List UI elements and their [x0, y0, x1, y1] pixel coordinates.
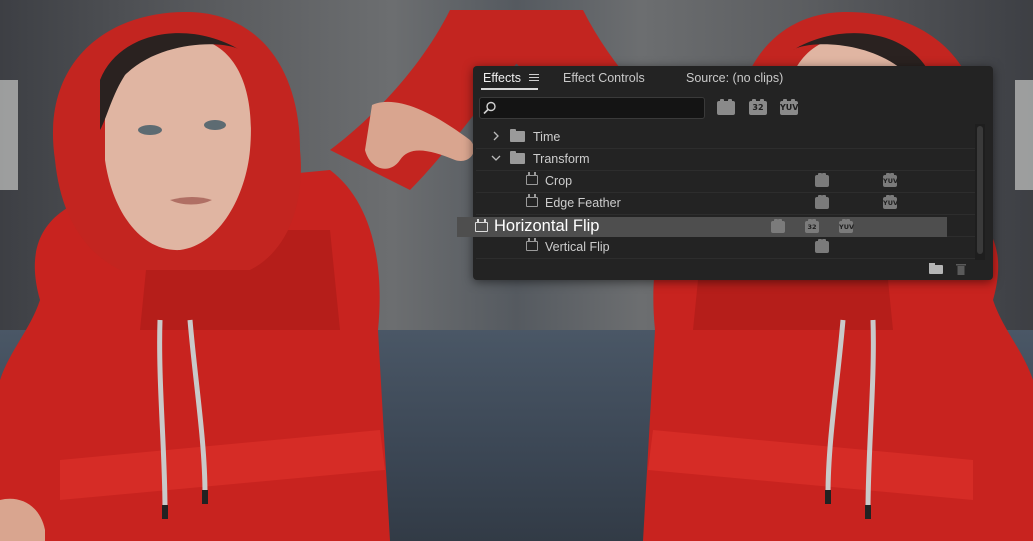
panel-menu-icon[interactable] [529, 72, 539, 83]
accelerated-badge-icon [815, 173, 829, 187]
effect-icon [526, 194, 538, 207]
tree-scrollbar[interactable] [975, 124, 985, 260]
tab-source[interactable]: Source: (no clips) [686, 71, 783, 85]
figure-left [0, 10, 517, 541]
yuv-badge-icon: YUV [883, 173, 899, 187]
search-icon [483, 101, 496, 115]
tab-effects[interactable]: Effects [483, 71, 521, 85]
effect-icon [526, 172, 538, 185]
panel-tabs: Effects Effect Controls Source: (no clip… [473, 66, 993, 92]
active-tab-indicator [481, 88, 538, 90]
new-bin-folder-icon[interactable] [929, 263, 943, 274]
yuv-badge-icon: YUV [839, 219, 855, 233]
tree-item-label: Vertical Flip [545, 240, 610, 254]
tree-item-edge-feather[interactable]: Edge Feather YUV [476, 192, 976, 215]
folder-icon [510, 129, 525, 142]
effects-tree: Time Transform Crop YUV Edge Feather YUV… [476, 124, 976, 260]
yuv-badge-icon: YUV [883, 195, 899, 209]
tree-item-label: Edge Feather [545, 196, 621, 210]
tree-item-transform[interactable]: Transform [476, 148, 976, 171]
tree-item-label: Transform [533, 152, 590, 166]
effect-icon [475, 219, 488, 232]
tree-item-horizontal-flip-selected[interactable]: Horizontal Flip 32 YUV [457, 217, 947, 237]
effects-search-field[interactable] [479, 97, 705, 119]
32-bit-badge-icon: 32 [805, 219, 819, 233]
accelerated-badge-icon [771, 219, 785, 233]
tree-item-time[interactable]: Time [476, 126, 976, 149]
tree-item-label: Crop [545, 174, 573, 188]
folder-icon [510, 151, 525, 164]
tab-effect-controls[interactable]: Effect Controls [563, 71, 645, 85]
effects-panel: Effects Effect Controls Source: (no clip… [473, 66, 993, 280]
tree-item-crop[interactable]: Crop YUV [476, 170, 976, 193]
chevron-down-icon[interactable] [491, 153, 501, 163]
chevron-right-icon[interactable] [491, 131, 501, 141]
scrollbar-thumb[interactable] [977, 126, 983, 254]
tree-item-vertical-flip[interactable]: Vertical Flip [476, 236, 976, 259]
trash-icon[interactable] [956, 263, 966, 275]
accelerated-effects-filter-icon[interactable] [717, 99, 735, 115]
effect-icon [526, 238, 538, 251]
tree-item-label: Time [533, 130, 561, 144]
tree-item-label: Horizontal Flip [494, 217, 600, 235]
accelerated-badge-icon [815, 195, 829, 209]
accelerated-badge-icon [815, 239, 829, 253]
32-bit-filter-icon[interactable]: 32 [749, 99, 767, 115]
yuv-filter-icon[interactable]: YUV [780, 99, 798, 115]
